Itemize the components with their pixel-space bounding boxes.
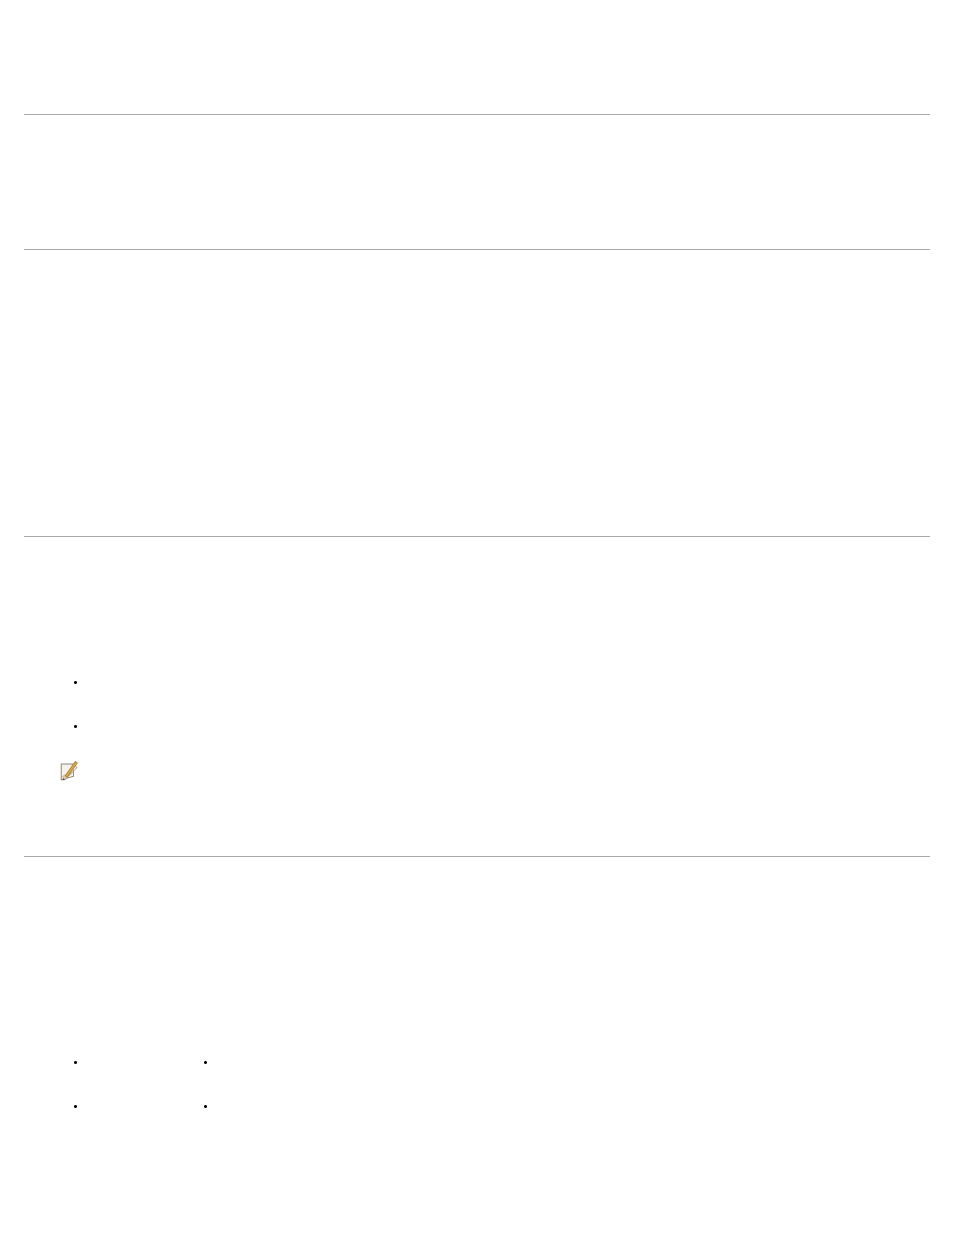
list-item: [86, 1101, 198, 1109]
spacer-after-icon: [24, 790, 930, 856]
list-item: [86, 721, 930, 729]
list-item: [86, 1057, 198, 1065]
bullet-list-1: [24, 677, 930, 729]
list-item: [216, 1057, 328, 1065]
spacer-top: [24, 24, 930, 114]
edit-icon: [56, 757, 84, 785]
divider-3: [24, 536, 930, 537]
spacer-mid-2: [24, 250, 930, 536]
spacer-mid-1: [24, 115, 930, 249]
bullet-list-2: [24, 1057, 930, 1109]
spacer-bottom: [24, 1109, 930, 1189]
list-item: [216, 1101, 328, 1109]
list-column-1: [68, 1057, 198, 1109]
divider-4: [24, 856, 930, 857]
list-column-2: [198, 1057, 328, 1109]
edit-icon-row: [24, 757, 930, 790]
list-item: [86, 677, 930, 685]
